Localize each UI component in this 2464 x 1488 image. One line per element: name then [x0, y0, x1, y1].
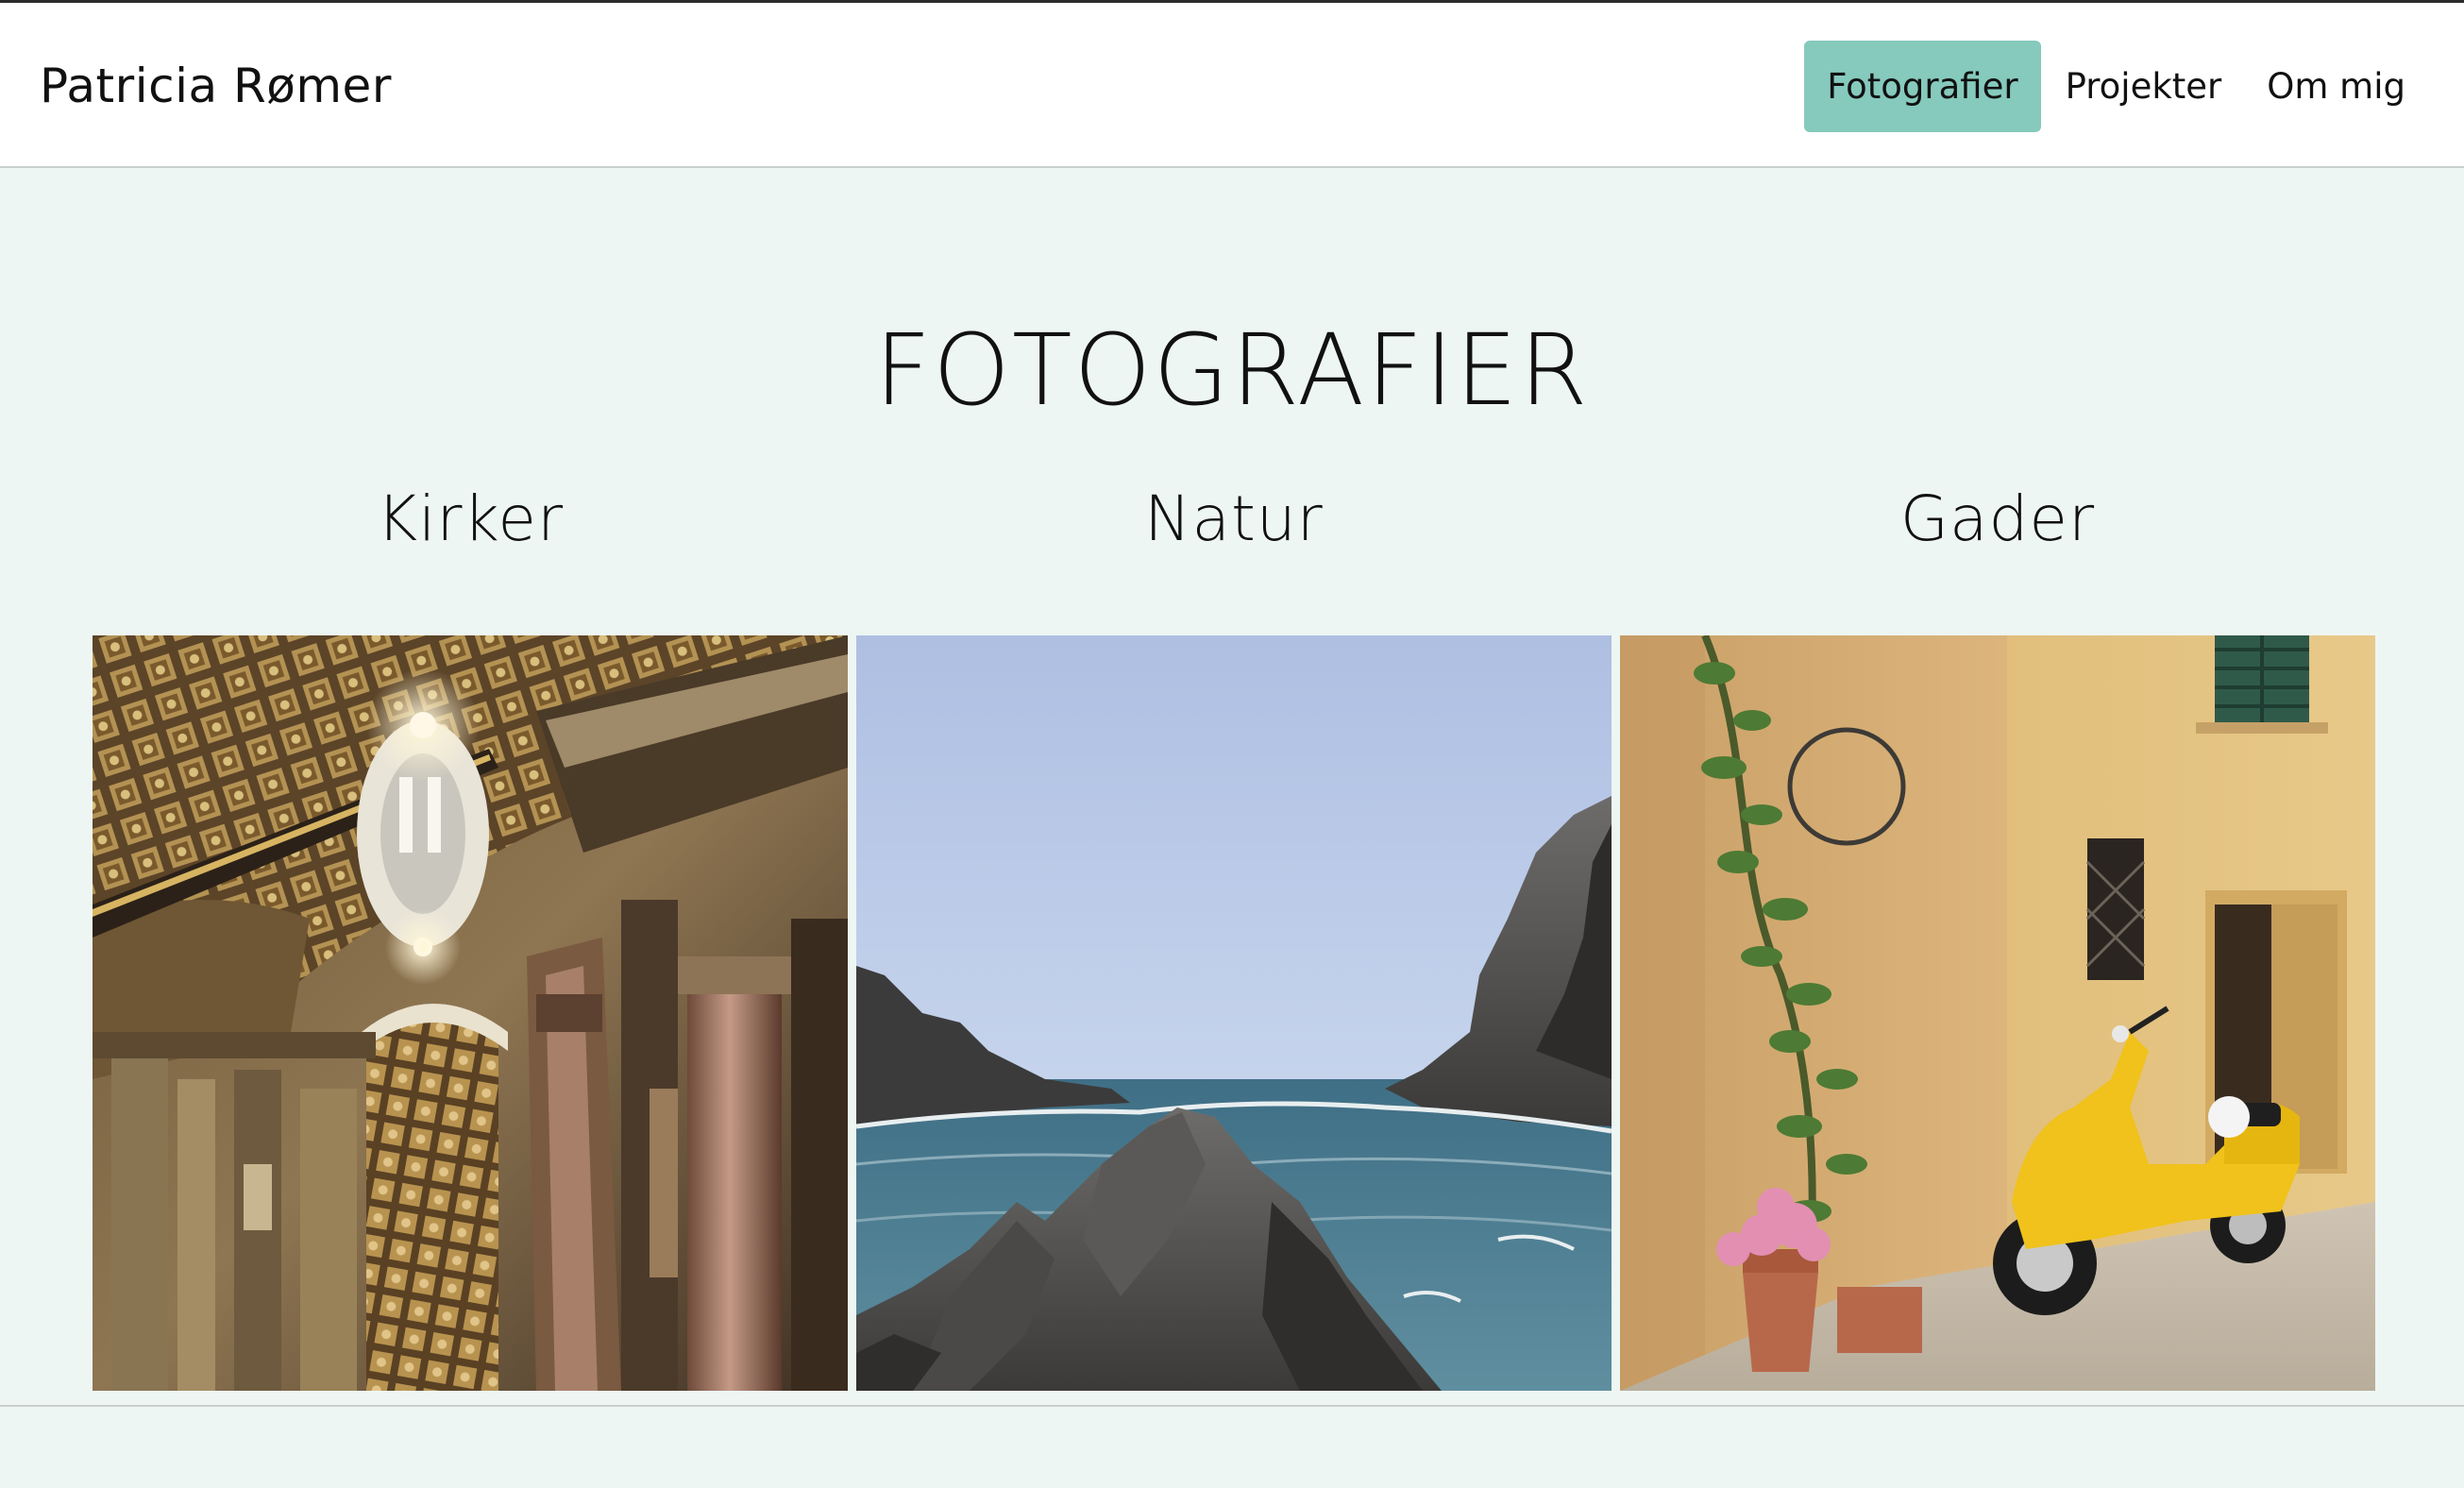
- site-header: Patricia Rømer Fotografier Projekter Om …: [0, 3, 2464, 168]
- page-title: FOTOGRAFIER: [874, 312, 1590, 428]
- main-nav: Fotografier Projekter Om mig: [1804, 41, 2428, 132]
- gallery-card-gader[interactable]: Gader: [1620, 482, 2375, 1391]
- site-brand[interactable]: Patricia Rømer: [40, 58, 392, 114]
- nav-item-projekter[interactable]: Projekter: [2043, 41, 2245, 132]
- rocky-coast-photo[interactable]: [856, 635, 1612, 1391]
- church-interior-photo[interactable]: [93, 635, 848, 1391]
- card-title-kirker: Kirker: [376, 482, 565, 555]
- nav-item-fotografier[interactable]: Fotografier: [1804, 41, 2041, 132]
- nav-item-om-mig[interactable]: Om mig: [2244, 41, 2428, 132]
- photo-gallery: Kirker Natur Gader: [93, 482, 2375, 1391]
- card-title-natur: Natur: [1144, 482, 1324, 555]
- card-title-gader: Gader: [1899, 482, 2096, 555]
- street-scooter-photo[interactable]: [1620, 635, 2375, 1391]
- gallery-card-kirker[interactable]: Kirker: [93, 482, 848, 1391]
- footer-divider: [0, 1405, 2464, 1407]
- gallery-card-natur[interactable]: Natur: [856, 482, 1612, 1391]
